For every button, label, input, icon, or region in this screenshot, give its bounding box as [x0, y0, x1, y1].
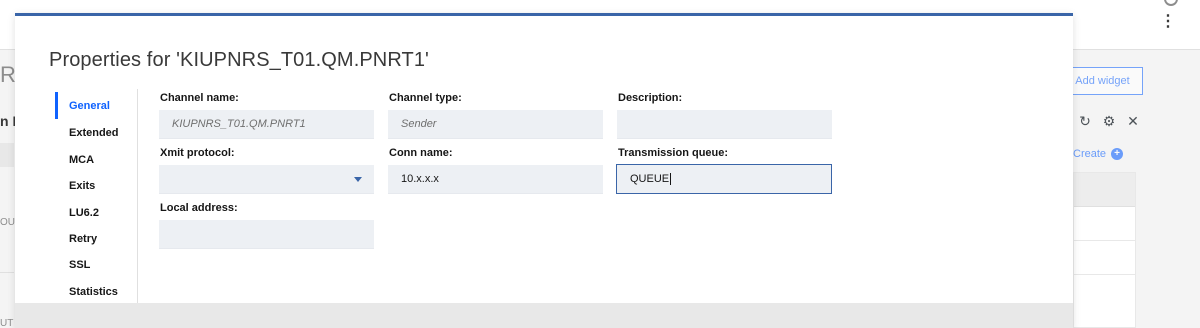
channel-name-value: KIUPNRS_T01.QM.PNRT1	[172, 118, 306, 130]
add-widget-button[interactable]: Add widget	[1062, 67, 1143, 95]
channel-type-value: Sender	[401, 118, 437, 130]
nav-item-statistics[interactable]: Statistics	[55, 278, 137, 305]
conn-name-field[interactable]: 10.x.x.x	[388, 165, 603, 194]
channel-type-field: Sender	[388, 110, 603, 139]
add-icon: +	[1111, 148, 1124, 160]
dialog-title: Properties for 'KIUPNRS_T01.QM.PNRT1'	[49, 49, 429, 71]
description-label: Description:	[618, 92, 683, 104]
nav-item-retry[interactable]: Retry	[55, 225, 137, 252]
properties-dialog: Properties for 'KIUPNRS_T01.QM.PNRT1' Ge…	[15, 13, 1073, 328]
table-row[interactable]	[1074, 207, 1135, 241]
conn-name-label: Conn name:	[389, 147, 453, 159]
close-icon[interactable]: ✕	[1126, 113, 1140, 130]
channel-name-field: KIUPNRS_T01.QM.PNRT1	[159, 110, 374, 139]
transmission-queue-value: QUEUE	[630, 173, 670, 185]
chevron-down-icon	[354, 177, 362, 182]
background-label-fragment-2: UT	[0, 318, 14, 328]
table-header	[1074, 173, 1135, 207]
nav-item-lu62[interactable]: LU6.2	[55, 199, 137, 226]
xmit-protocol-select[interactable]	[159, 165, 374, 194]
xmit-protocol-label: Xmit protocol:	[160, 147, 235, 159]
user-avatar-icon[interactable]	[1164, 0, 1178, 6]
table-row[interactable]	[1074, 241, 1135, 275]
create-button[interactable]: Create +	[1073, 148, 1124, 160]
overflow-menu-icon[interactable]: ⋮	[1160, 14, 1176, 30]
refresh-icon[interactable]: ↻	[1078, 113, 1092, 130]
dialog-footer	[15, 303, 1073, 328]
divider	[0, 272, 14, 273]
local-address-field[interactable]	[159, 220, 374, 249]
nav-item-general[interactable]: General	[55, 92, 137, 119]
description-field[interactable]	[617, 110, 832, 139]
nav-item-ssl[interactable]: SSL	[55, 251, 137, 278]
conn-name-value: 10.x.x.x	[401, 173, 439, 185]
channel-type-label: Channel type:	[389, 92, 462, 104]
create-label: Create	[1073, 148, 1107, 160]
properties-side-nav: General Extended MCA Exits LU6.2 Retry S…	[55, 89, 138, 303]
channel-name-label: Channel name:	[160, 92, 239, 104]
nav-item-mca[interactable]: MCA	[55, 146, 137, 173]
nav-item-extended[interactable]: Extended	[55, 119, 137, 146]
transmission-queue-label: Transmission queue:	[618, 147, 729, 159]
local-address-label: Local address:	[160, 202, 238, 214]
background-title-fragment: R	[0, 62, 16, 87]
gear-icon[interactable]: ⚙	[1102, 113, 1116, 130]
transmission-queue-field[interactable]: QUEUE	[616, 164, 832, 194]
widget-toolbar: ↻ ⚙ ✕	[1078, 113, 1140, 130]
text-cursor	[670, 173, 672, 185]
background-band	[0, 143, 14, 167]
nav-item-exits[interactable]: Exits	[55, 172, 137, 199]
background-table	[1073, 172, 1136, 328]
